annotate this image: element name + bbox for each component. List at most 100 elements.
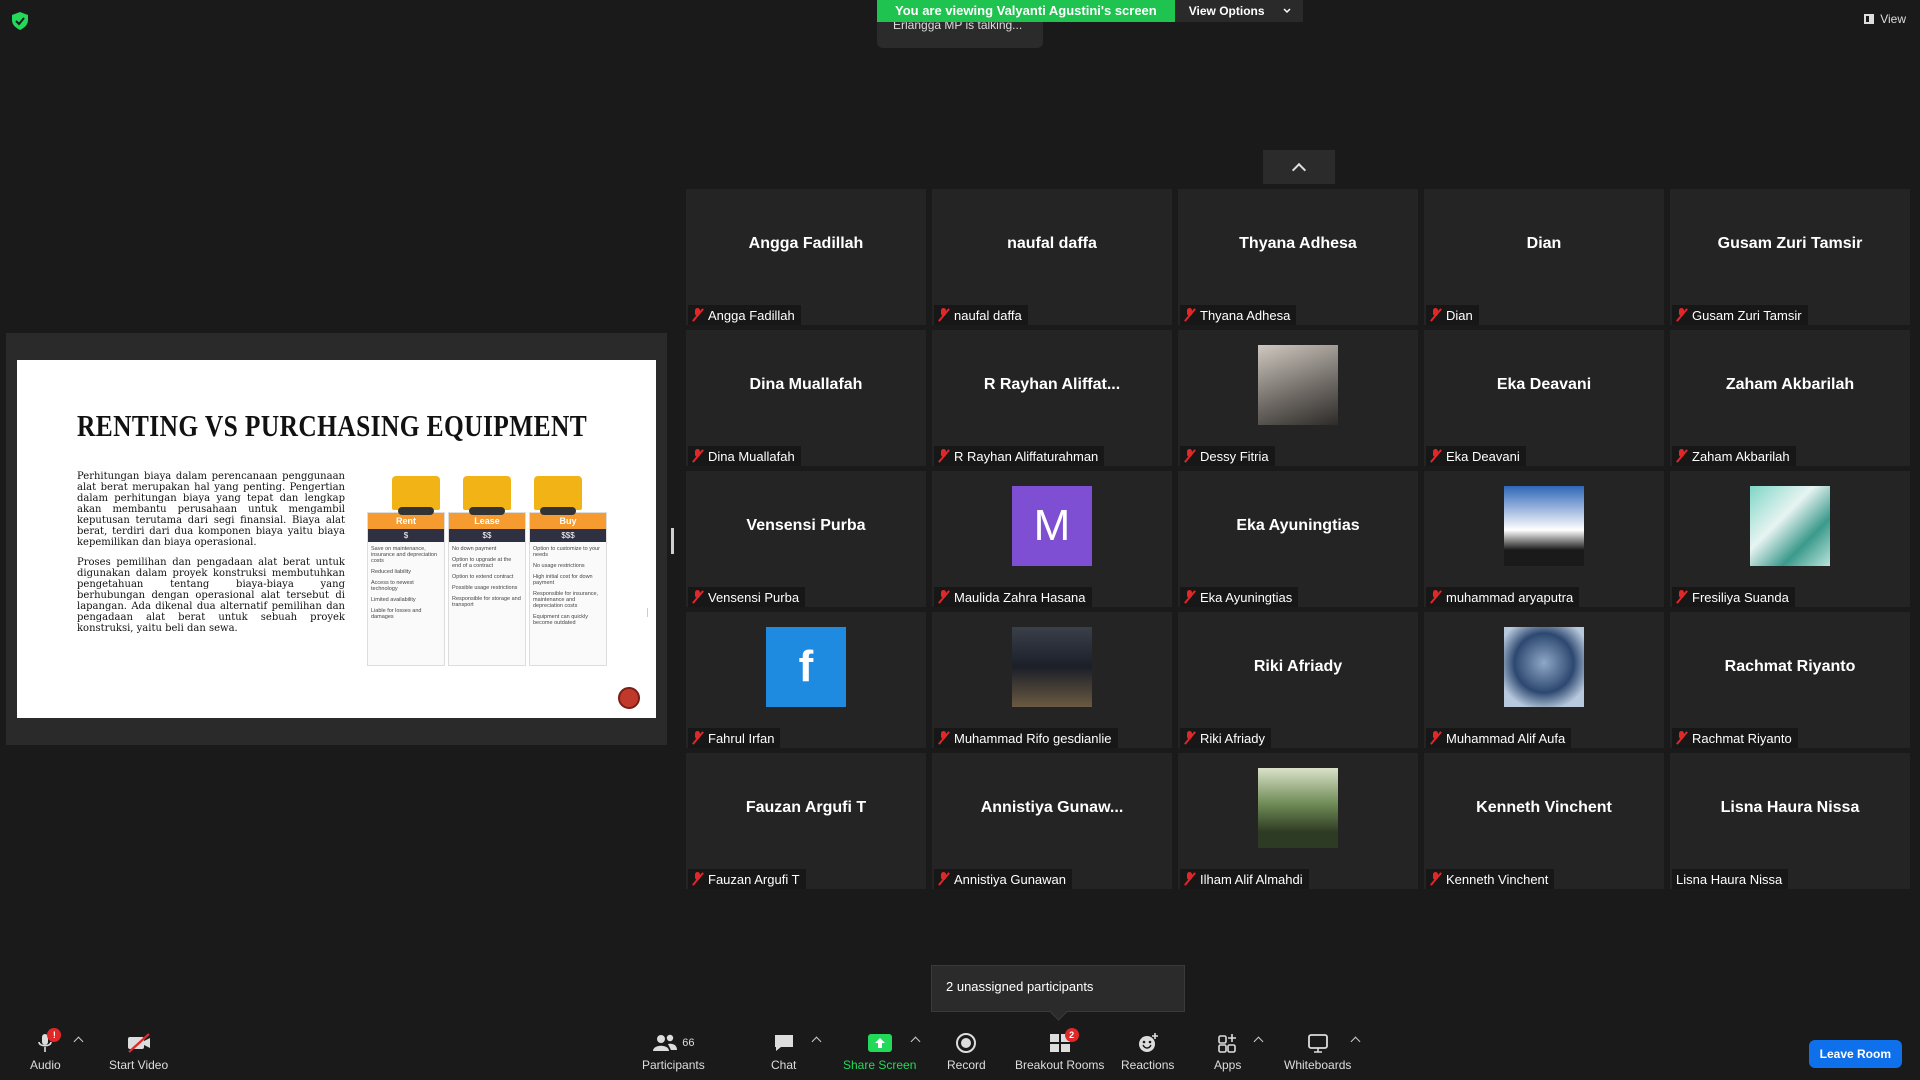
infographic-column-head: Rent [368, 513, 444, 529]
meeting-controls-toolbar: ! Audio Start Video 66 Participants Chat [0, 1026, 1920, 1080]
chat-button[interactable]: Chat [771, 1032, 796, 1072]
participant-display-name: Zaham Akbarilah [1725, 376, 1855, 393]
tile-center: naufal daffa [932, 189, 1172, 299]
chat-options-caret-icon[interactable] [811, 1036, 822, 1047]
participant-tile[interactable]: Kenneth Vinchent Kenneth Vinchent [1424, 753, 1664, 889]
tile-center: Eka Ayuningtias [1178, 471, 1418, 581]
infographic-list-item: Option to extend contract [452, 574, 514, 580]
avatar: f [766, 627, 846, 707]
participant-tile[interactable]: muhammad aryaputra [1424, 471, 1664, 607]
participant-name: Riki Afriady [1200, 730, 1266, 746]
tile-center: Lisna Haura Nissa [1670, 753, 1910, 863]
participants-button[interactable]: 66 Participants [642, 1032, 705, 1072]
shared-screen-panel[interactable]: RENTING VS PURCHASING EQUIPMENT Perhitun… [6, 333, 667, 745]
tile-center: Riki Afriady [1178, 612, 1418, 722]
breakout-rooms-button[interactable]: 2 Breakout Rooms [1015, 1028, 1104, 1072]
participant-name: Lisna Haura Nissa [1676, 871, 1783, 887]
unassigned-participants-text: 2 unassigned participants [946, 979, 1094, 994]
participant-name-label: Muhammad Rifo gesdianlie [934, 728, 1118, 748]
participant-tile[interactable]: Zaham Akbarilah Zaham Akbarilah [1670, 330, 1910, 466]
participant-tile[interactable]: Rachmat Riyanto Rachmat Riyanto [1670, 612, 1910, 748]
participant-tile[interactable]: f Fahrul Irfan [686, 612, 926, 748]
leave-room-button[interactable]: Leave Room [1808, 1040, 1902, 1068]
participant-tile[interactable]: Muhammad Alif Aufa [1424, 612, 1664, 748]
whiteboards-button[interactable]: Whiteboards [1284, 1032, 1351, 1072]
participant-name-label: Riki Afriady [1180, 728, 1272, 748]
avatar: M [1012, 486, 1092, 566]
participant-tile[interactable]: Vensensi Purba Vensensi Purba [686, 471, 926, 607]
share-screen-label: Share Screen [843, 1058, 917, 1072]
participant-display-name: Dina Muallafah [749, 376, 863, 393]
participant-tile[interactable]: naufal daffa naufal daffa [932, 189, 1172, 325]
mic-muted-icon [1676, 449, 1688, 463]
participant-tile[interactable]: Dina Muallafah Dina Muallafah [686, 330, 926, 466]
participant-tile[interactable]: Ilham Alif Almahdi [1178, 753, 1418, 889]
participant-tile[interactable]: Eka Deavani Eka Deavani [1424, 330, 1664, 466]
participant-name-label: Annistiya Gunawan [934, 869, 1073, 889]
participant-tile[interactable]: Riki Afriady Riki Afriady [1178, 612, 1418, 748]
share-screen-button[interactable]: Share Screen [843, 1032, 916, 1072]
avatar-photo [1012, 627, 1092, 707]
audio-button[interactable]: ! Audio [30, 1028, 62, 1072]
participant-tile[interactable]: Eka Ayuningtias Eka Ayuningtias [1178, 471, 1418, 607]
tile-center [1670, 471, 1910, 581]
whiteboards-icon-wrap [1307, 1032, 1329, 1054]
participant-name-label: Dian [1426, 305, 1479, 325]
slide-title: RENTING VS PURCHASING EQUIPMENT [77, 408, 588, 443]
tile-center [1178, 330, 1418, 440]
audio-options-caret-icon[interactable] [73, 1036, 84, 1047]
participant-tile[interactable]: Muhammad Rifo gesdianlie [932, 612, 1172, 748]
view-options-button[interactable]: View Options [1174, 0, 1303, 22]
apps-icon [1217, 1034, 1236, 1053]
participant-tile[interactable]: R Rayhan Aliffat... R Rayhan Aliffaturahm… [932, 330, 1172, 466]
participant-tile[interactable]: Angga Fadillah Angga Fadillah [686, 189, 926, 325]
chat-label: Chat [771, 1058, 797, 1072]
apps-label: Apps [1214, 1058, 1242, 1072]
mic-muted-icon [1430, 308, 1442, 322]
participant-tile[interactable]: Fresiliya Suanda [1670, 471, 1910, 607]
reactions-button[interactable]: Reactions [1121, 1032, 1174, 1072]
mic-muted-icon [1676, 731, 1688, 745]
slide-body-text: Perhitungan biaya dalam perencanaan peng… [77, 471, 345, 643]
audio-icon-wrap: ! [37, 1028, 62, 1054]
view-options-label: View Options [1188, 4, 1265, 18]
apps-options-caret-icon[interactable] [1253, 1036, 1264, 1047]
participant-tile[interactable]: Thyana Adhesa Thyana Adhesa [1178, 189, 1418, 325]
participant-display-name: Kenneth Vinchent [1476, 799, 1612, 816]
participant-name: R Rayhan Aliffaturahman [954, 448, 1099, 464]
participant-name-label: Gusam Zuri Tamsir [1672, 305, 1808, 325]
screen-share-banner: You are viewing Valyanti Agustini's scre… [877, 0, 1303, 22]
mic-muted-icon [1184, 731, 1196, 745]
tile-center: Gusam Zuri Tamsir [1670, 189, 1910, 299]
participant-tile[interactable]: Gusam Zuri Tamsir Gusam Zuri Tamsir [1670, 189, 1910, 325]
participant-tile[interactable]: M Maulida Zahra Hasana [932, 471, 1172, 607]
infographic-columns: Rent $ Save on maintenance, insurance and … [367, 512, 607, 666]
slide-paragraph-2: Proses pemilihan dan pengadaan alat bera… [77, 557, 345, 634]
tile-center: M [932, 471, 1172, 581]
participant-name: Dessy Fitria [1200, 448, 1269, 464]
view-layout-button[interactable]: View [1864, 12, 1906, 26]
tile-center [1178, 753, 1418, 863]
avatar-photo [1504, 627, 1584, 707]
mic-muted-icon [1676, 308, 1688, 322]
whiteboards-options-caret-icon[interactable] [1350, 1036, 1361, 1047]
apps-button[interactable]: Apps [1214, 1032, 1241, 1072]
infographic-list: No down payment Option to upgrade at the … [449, 542, 525, 617]
start-video-button[interactable]: Start Video [109, 1032, 168, 1072]
gallery-page-up-button[interactable] [1263, 150, 1335, 184]
participant-tile[interactable]: Fauzan Argufi T Fauzan Argufi T [686, 753, 926, 889]
mic-muted-icon [1676, 590, 1688, 604]
record-button[interactable]: Record [947, 1032, 986, 1072]
participant-tile[interactable]: Dessy Fitria [1178, 330, 1418, 466]
reactions-label: Reactions [1121, 1058, 1175, 1072]
participant-tile[interactable]: Lisna Haura Nissa Lisna Haura Nissa [1670, 753, 1910, 889]
panel-resize-handle[interactable] [671, 528, 674, 554]
unassigned-participants-popover[interactable]: 2 unassigned participants [931, 965, 1185, 1012]
participant-name-label: Vensensi Purba [688, 587, 806, 607]
infographic-column-cost: $$ [449, 529, 525, 542]
participant-display-name: Thyana Adhesa [1239, 235, 1357, 252]
security-shield-icon[interactable] [12, 12, 28, 30]
participant-tile[interactable]: Annistiya Gunaw... Annistiya Gunawan [932, 753, 1172, 889]
participant-name-label: Eka Deavani [1426, 446, 1526, 466]
participant-tile[interactable]: Dian Dian [1424, 189, 1664, 325]
